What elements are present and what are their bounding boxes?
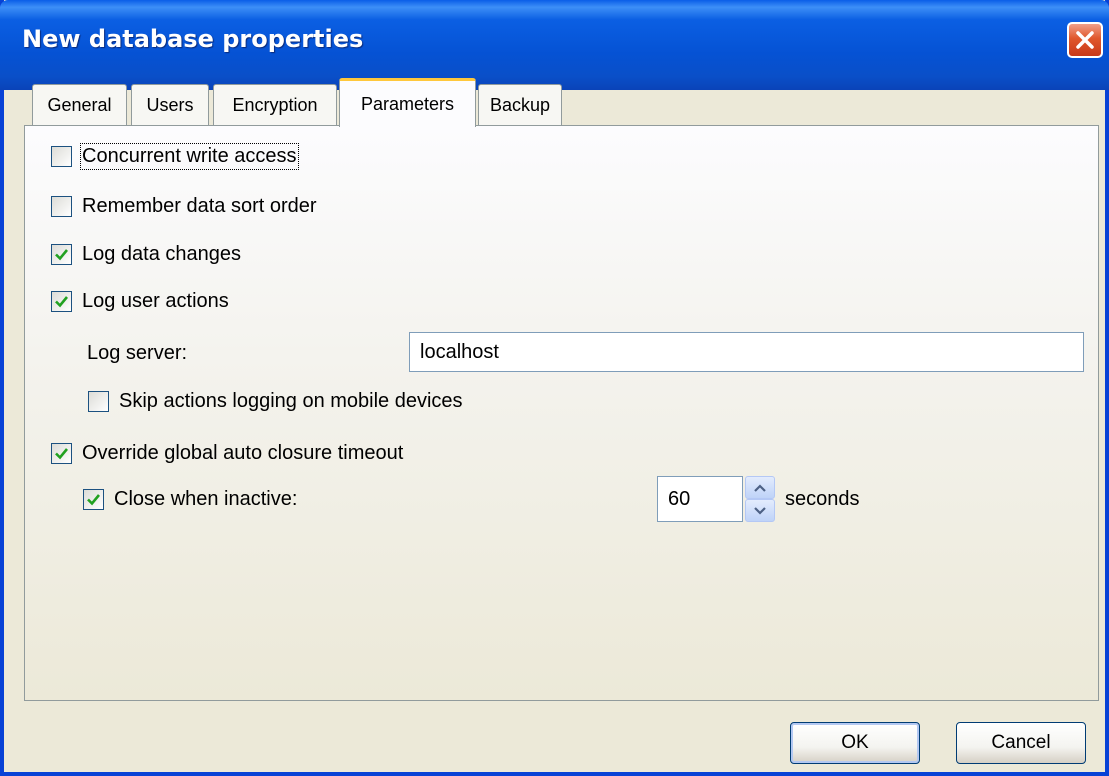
tab-parameters[interactable]: Parameters [339, 78, 476, 127]
tab-users[interactable]: Users [131, 84, 209, 125]
skip-mobile-label[interactable]: Skip actions logging on mobile devices [119, 390, 463, 413]
tab-general[interactable]: General [32, 84, 127, 125]
tab-parameters-label: Parameters [360, 93, 455, 114]
log-user-actions-checkbox[interactable] [51, 291, 72, 312]
close-inactive-label[interactable]: Close when inactive: [114, 488, 297, 511]
log-user-actions-label[interactable]: Log user actions [82, 290, 229, 313]
timeout-input[interactable]: 60 [657, 476, 743, 522]
ok-button[interactable]: OK [790, 722, 920, 764]
cancel-button-label: Cancel [991, 732, 1051, 753]
log-data-changes-label[interactable]: Log data changes [82, 243, 241, 266]
parameters-panel: Concurrent write access Remember data so… [24, 125, 1099, 701]
skip-mobile-checkbox[interactable] [88, 391, 109, 412]
checkmark-icon [55, 448, 69, 460]
chevron-up-icon [754, 483, 766, 492]
ok-button-label: OK [841, 732, 869, 753]
spin-up-button[interactable] [745, 476, 775, 499]
close-button[interactable] [1067, 22, 1103, 58]
remember-sort-label[interactable]: Remember data sort order [82, 195, 317, 218]
checkmark-icon [55, 296, 69, 308]
spin-down-button[interactable] [745, 499, 775, 522]
close-icon [1076, 31, 1094, 49]
checkmark-icon [87, 494, 101, 506]
override-timeout-label[interactable]: Override global auto closure timeout [82, 442, 403, 465]
tab-backup[interactable]: Backup [478, 84, 562, 125]
window-title: New database properties [22, 25, 364, 53]
remember-sort-checkbox[interactable] [51, 196, 72, 217]
log-server-label: Log server: [87, 342, 188, 364]
tab-encryption[interactable]: Encryption [213, 84, 337, 125]
title-bar[interactable]: New database properties [0, 0, 1109, 90]
timeout-unit-label: seconds [785, 488, 860, 510]
log-data-changes-checkbox[interactable] [51, 244, 72, 265]
close-inactive-checkbox[interactable] [83, 489, 104, 510]
cancel-button[interactable]: Cancel [956, 722, 1086, 764]
tab-backup-label: Backup [489, 94, 551, 115]
tab-users-label: Users [146, 94, 194, 115]
concurrent-write-checkbox[interactable] [51, 146, 72, 167]
log-server-value: localhost [420, 340, 499, 363]
tab-encryption-label: Encryption [232, 94, 318, 115]
log-server-input[interactable]: localhost [409, 332, 1084, 372]
timeout-value: 60 [668, 487, 691, 510]
concurrent-write-label[interactable]: Concurrent write access [80, 143, 299, 170]
chevron-down-icon [754, 506, 766, 515]
checkmark-icon [55, 249, 69, 261]
override-timeout-checkbox[interactable] [51, 443, 72, 464]
timeout-spinner[interactable] [745, 476, 775, 522]
tab-general-label: General [47, 94, 112, 115]
